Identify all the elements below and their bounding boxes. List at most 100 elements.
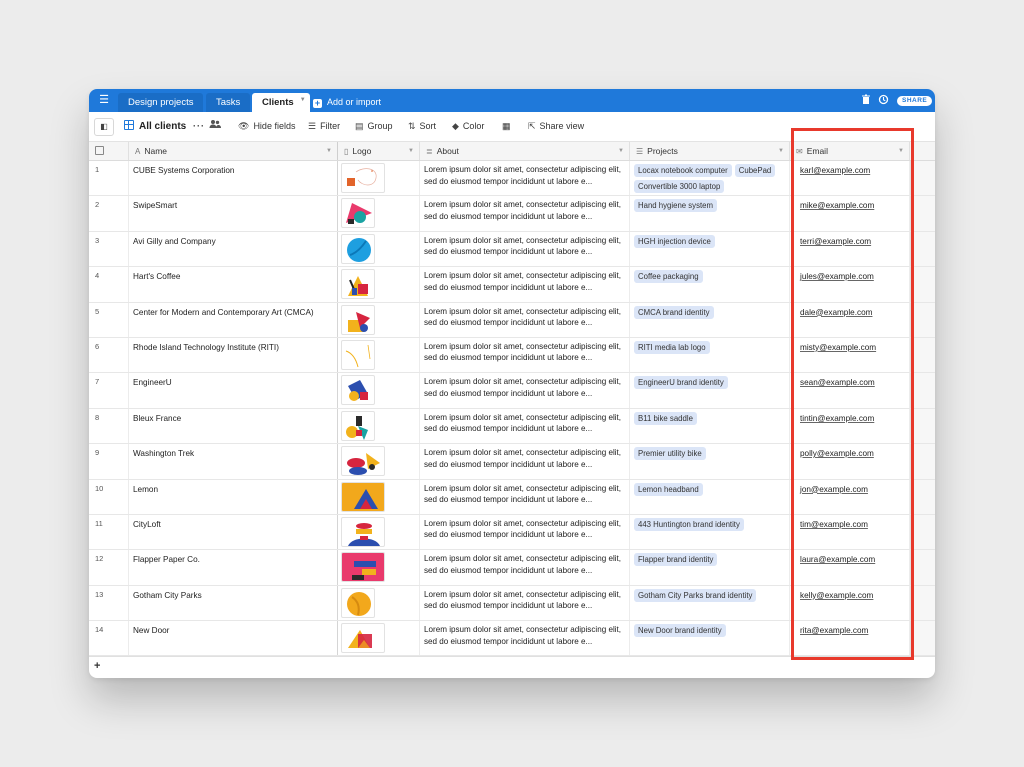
tab-tasks[interactable]: Tasks [206,93,251,112]
project-chip[interactable]: Gotham City Parks brand identity [634,588,757,602]
logo-thumbnail[interactable] [341,233,375,264]
table-row[interactable]: 11 CityLoft Lorem ipsum dolor sit amet, … [89,514,935,551]
hide-fields-button[interactable]: 👁 Hide fields [238,119,295,133]
email-link[interactable]: polly@example.com [800,449,874,458]
cell-name[interactable]: Gotham City Parks [129,585,338,621]
table-row[interactable]: 8 Bleux France Lorem ipsum dolor sit ame… [89,408,935,445]
project-chip[interactable]: Flapper brand identity [634,553,718,567]
cell-about[interactable]: Lorem ipsum dolor sit amet, consectetur … [420,550,630,585]
email-link[interactable]: terri@example.com [800,237,871,246]
cell-name[interactable]: Center for Modern and Contemporary Art (… [129,302,338,337]
cell-projects[interactable]: EngineerU brand identity [630,373,790,408]
chevron-down-icon[interactable]: ▼ [326,142,332,160]
project-chip[interactable]: HGH injection device [634,234,715,248]
cell-about[interactable]: Lorem ipsum dolor sit amet, consectetur … [420,585,630,621]
row-height-icon[interactable]: ▦ [502,119,511,133]
cell-about[interactable]: Lorem ipsum dolor sit amet, consectetur … [420,337,630,373]
cell-projects[interactable]: RITI media lab logo [630,337,790,373]
logo-thumbnail[interactable] [341,163,385,193]
email-link[interactable]: tintin@example.com [800,414,874,423]
project-chip[interactable]: New Door brand identity [634,624,726,638]
logo-thumbnail[interactable] [341,410,375,441]
cell-name[interactable]: CUBE Systems Corporation [129,161,338,196]
cell-name[interactable]: New Door [129,621,338,656]
sort-button[interactable]: ⇅ Sort [408,119,436,133]
cell-projects[interactable]: Coffee packaging [630,267,790,302]
cell-name[interactable]: EngineerU [129,373,338,408]
column-header-projects[interactable]: ☰ Projects ▼ [630,142,790,160]
column-header-logo[interactable]: ▯ Logo ▼ [338,142,420,160]
cell-name[interactable]: Lemon [129,479,338,514]
cell-about[interactable]: Lorem ipsum dolor sit amet, consectetur … [420,231,630,267]
table-row[interactable]: 12 Flapper Paper Co. Lorem ipsum dolor s… [89,550,935,586]
tab-design-projects[interactable]: Design projects [118,93,204,112]
tab-clients[interactable]: Clients ▼ [252,93,310,112]
cell-name[interactable]: Bleux France [129,408,338,444]
cell-name[interactable]: SwipeSmart [129,196,338,231]
email-link[interactable]: sean@example.com [800,378,875,387]
cell-projects[interactable]: Lemon headband [630,479,790,514]
email-link[interactable]: jules@example.com [800,272,874,281]
logo-thumbnail[interactable] [341,552,385,583]
table-row[interactable]: 14 New Door Lorem ipsum dolor sit amet, … [89,621,935,657]
email-link[interactable]: jon@example.com [800,485,868,494]
cell-about[interactable]: Lorem ipsum dolor sit amet, consectetur … [420,161,630,196]
project-chip[interactable]: CMCA brand identity [634,305,714,319]
email-link[interactable]: tim@example.com [800,520,868,529]
email-link[interactable]: mike@example.com [800,201,874,210]
logo-thumbnail[interactable] [341,198,375,229]
project-chip[interactable]: B11 bike saddle [634,411,697,425]
share-view-button[interactable]: ⇱ Share view [528,119,584,133]
cell-name[interactable]: Hart's Coffee [129,267,338,302]
logo-thumbnail[interactable] [341,375,375,406]
logo-thumbnail[interactable] [341,304,375,335]
cell-projects[interactable]: HGH injection device [630,231,790,267]
project-chip[interactable]: Premier utility bike [634,447,706,461]
table-row[interactable]: 5 Center for Modern and Contemporary Art… [89,302,935,338]
cell-about[interactable]: Lorem ipsum dolor sit amet, consectetur … [420,408,630,444]
cell-about[interactable]: Lorem ipsum dolor sit amet, consectetur … [420,479,630,514]
hamburger-menu-icon[interactable]: ☰ [97,94,111,108]
column-header-name[interactable]: A Name ▼ [129,142,338,160]
logo-thumbnail[interactable] [341,339,375,370]
logo-thumbnail[interactable] [341,623,385,654]
cell-about[interactable]: Lorem ipsum dolor sit amet, consectetur … [420,373,630,408]
filter-button[interactable]: ☰ Filter [308,119,340,133]
project-chip[interactable]: Locax notebook computer [634,164,732,177]
cell-name[interactable]: CityLoft [129,514,338,550]
add-or-import-button[interactable]: + Add or import [313,93,381,112]
cell-name[interactable]: Rhode Island Technology Institute (RITI) [129,337,338,373]
add-record-icon[interactable]: + [94,660,100,672]
logo-thumbnail[interactable] [341,516,385,547]
chevron-down-icon[interactable]: ▼ [300,91,306,110]
email-link[interactable]: kelly@example.com [800,591,873,600]
logo-thumbnail[interactable] [341,446,385,477]
cell-projects[interactable]: Flapper brand identity [630,550,790,585]
column-header-email[interactable]: ✉ Email ▼ [790,142,910,160]
chevron-down-icon[interactable]: ▼ [618,142,624,160]
table-row[interactable]: 2 SwipeSmart Lorem ipsum dolor sit amet,… [89,196,935,232]
sidebar-toggle-icon[interactable]: ◧ [94,118,114,136]
cell-about[interactable]: Lorem ipsum dolor sit amet, consectetur … [420,514,630,550]
logo-thumbnail[interactable] [341,587,375,618]
cell-name[interactable]: Flapper Paper Co. [129,550,338,585]
table-row[interactable]: 13 Gotham City Parks Lorem ipsum dolor s… [89,585,935,622]
project-chip[interactable]: EngineerU brand identity [634,376,728,390]
cell-projects[interactable]: 443 Huntington brand identity [630,514,790,550]
email-link[interactable]: misty@example.com [800,343,876,352]
email-link[interactable]: dale@example.com [800,308,872,317]
table-row[interactable]: 1 CUBE Systems Corporation Lorem ipsum d… [89,161,935,197]
table-row[interactable]: 4 Hart's Coffee Lorem ipsum dolor sit am… [89,267,935,303]
project-chip[interactable]: Convertible 3000 laptop [634,180,725,193]
view-switcher[interactable]: All clients [124,119,186,133]
cell-projects[interactable]: Hand hygiene system [630,196,790,231]
table-row[interactable]: 10 Lemon Lorem ipsum dolor sit amet, con… [89,479,935,515]
cell-projects[interactable]: New Door brand identity [630,621,790,656]
cell-projects[interactable]: Gotham City Parks brand identity [630,585,790,621]
collaborators-icon[interactable] [209,119,221,133]
cell-projects[interactable]: Locax notebook computer CubePad Convertibl… [630,161,790,196]
history-icon[interactable] [877,94,889,106]
cell-about[interactable]: Lorem ipsum dolor sit amet, consectetur … [420,621,630,656]
email-link[interactable]: laura@example.com [800,555,875,564]
cell-about[interactable]: Lorem ipsum dolor sit amet, consectetur … [420,302,630,337]
